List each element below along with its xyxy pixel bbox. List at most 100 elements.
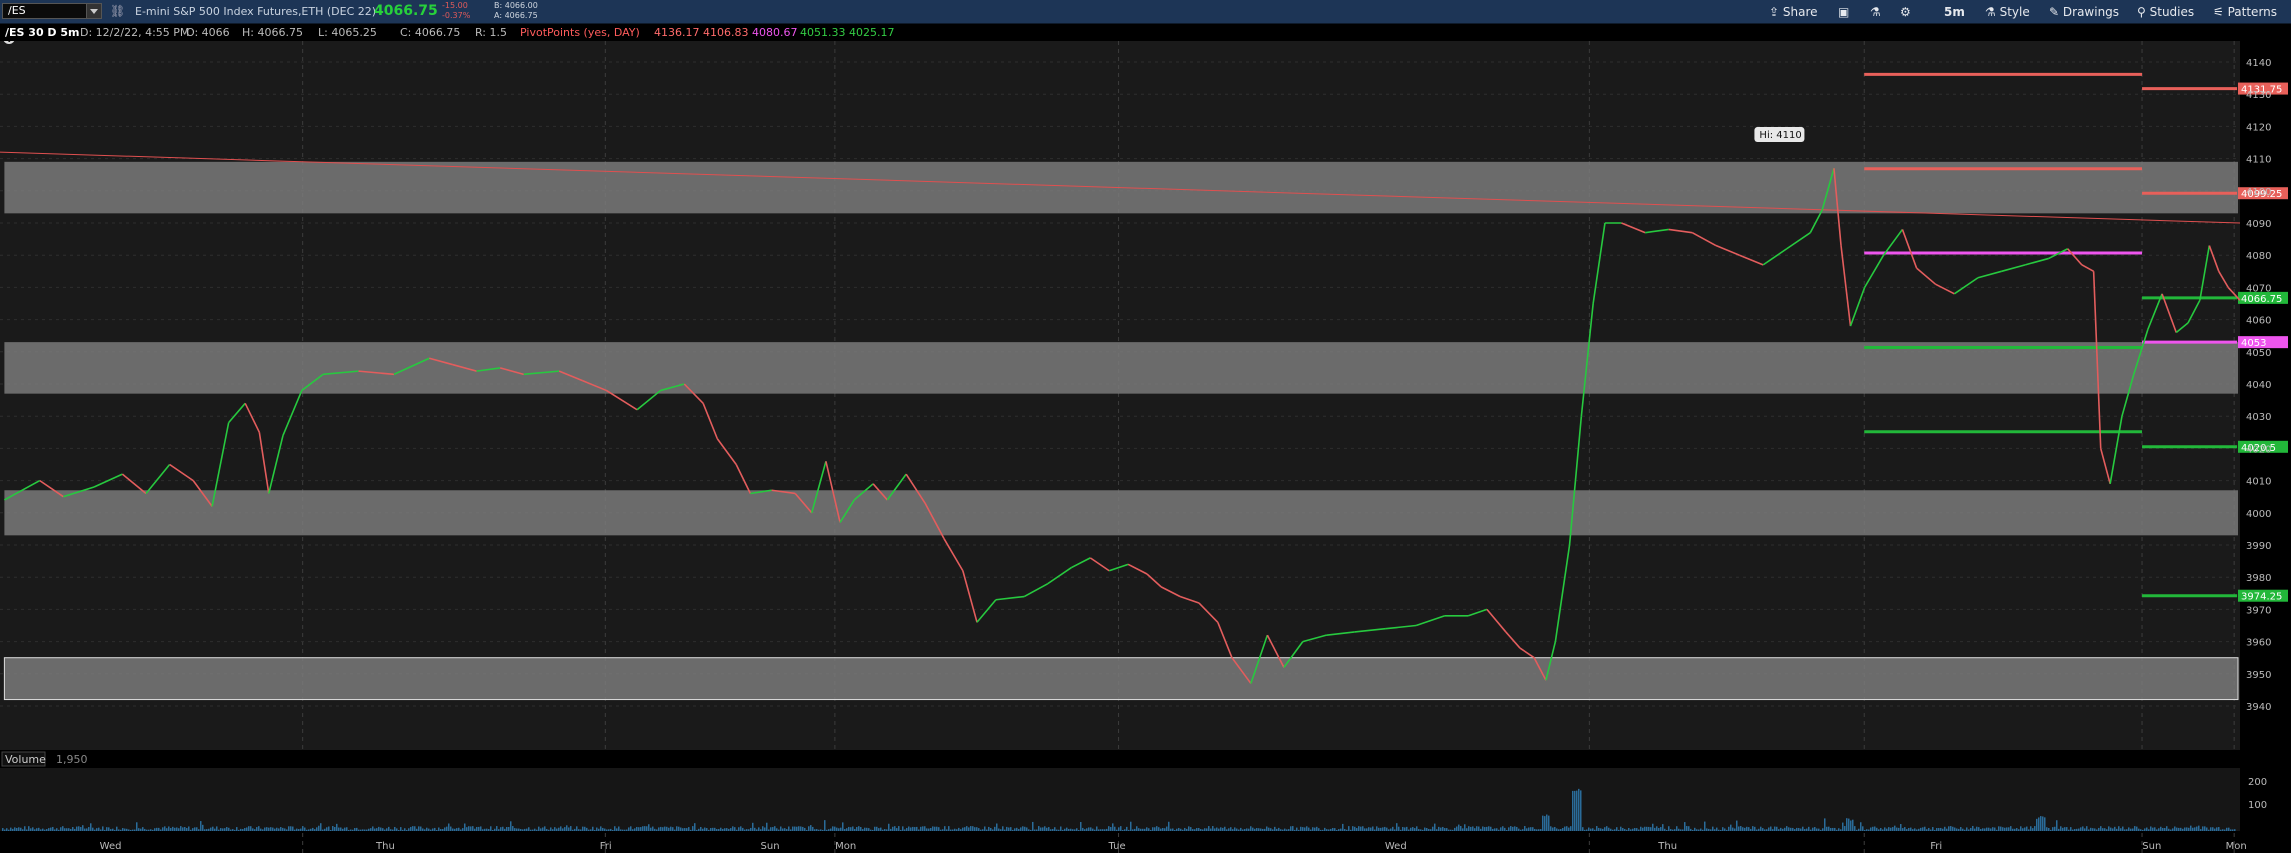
chevron-down-icon[interactable] xyxy=(86,4,101,18)
volume-bar xyxy=(722,828,724,831)
volume-bar xyxy=(1498,829,1500,831)
volume-bar xyxy=(2118,826,2120,831)
volume-bar xyxy=(1626,829,1628,831)
volume-bar xyxy=(368,828,370,831)
volume-bar xyxy=(26,829,28,831)
volume-bar xyxy=(1604,827,1606,831)
style-label: Style xyxy=(1999,5,2030,19)
volume-bar xyxy=(1298,829,1300,831)
volume-bar xyxy=(454,828,456,831)
pivot-r2: 4136.17 xyxy=(654,26,700,39)
volume-tick: 100 xyxy=(2248,800,2267,811)
volume-bar xyxy=(514,828,516,831)
volume-bar xyxy=(1418,829,1420,831)
volume-bar xyxy=(2098,827,2100,831)
volume-bar xyxy=(182,827,184,831)
volume-bar xyxy=(1580,790,1582,831)
volume-bar xyxy=(60,827,62,831)
volume-bar xyxy=(1558,829,1560,831)
snapshot-icon[interactable]: ▣ xyxy=(1838,4,1849,20)
price-chart[interactable]: 4131.754099.254066.7540534020.53974.25Hi… xyxy=(0,41,2291,853)
volume-bar xyxy=(782,828,784,831)
volume-bar xyxy=(286,829,288,831)
volume-bar xyxy=(226,827,228,831)
share-button[interactable]: ⇪ Share xyxy=(1769,4,1818,20)
y-tick-label: 4110 xyxy=(2246,155,2271,166)
volume-bar xyxy=(962,827,964,831)
price-panel-bg xyxy=(0,41,2240,750)
volume-bar xyxy=(1718,829,1720,831)
volume-bar xyxy=(2124,829,2126,831)
volume-bar xyxy=(50,827,52,831)
volume-bar xyxy=(1414,828,1416,831)
volume-bar xyxy=(122,828,124,831)
volume-bar xyxy=(1124,829,1126,831)
volume-bar xyxy=(2176,827,2178,831)
volume-bar xyxy=(354,828,356,831)
interval-button[interactable]: 5m xyxy=(1944,4,1965,20)
style-button[interactable]: ⚗ Style xyxy=(1985,4,2030,20)
y-tick-label: 3940 xyxy=(2246,702,2271,713)
volume-bar xyxy=(172,826,174,831)
volume-bar xyxy=(1314,827,1316,831)
volume-bar xyxy=(1260,828,1262,831)
volume-bar xyxy=(1396,823,1398,831)
symbol-text: /ES xyxy=(8,4,26,17)
volume-bar xyxy=(1524,826,1526,831)
studies-button[interactable]: ⚲ Studies xyxy=(2137,4,2194,20)
volume-bar xyxy=(1538,829,1540,831)
volume-bar xyxy=(1290,826,1292,831)
x-axis-label: Mon xyxy=(835,841,856,852)
flask-icon[interactable]: ⚗ xyxy=(1870,4,1881,20)
link-icon[interactable]: ⛓ xyxy=(110,4,125,18)
volume-bar xyxy=(1442,826,1444,831)
volume-bar xyxy=(2144,828,2146,831)
volume-bar xyxy=(986,829,988,831)
volume-bar xyxy=(202,824,204,831)
patterns-button[interactable]: ⚟ Patterns xyxy=(2213,4,2277,20)
volume-bar xyxy=(896,828,898,831)
volume-bar xyxy=(1014,828,1016,831)
volume-bar xyxy=(130,829,132,831)
volume-bar xyxy=(616,828,618,831)
volume-bar xyxy=(18,827,20,831)
volume-bar xyxy=(1238,829,1240,831)
volume-bar xyxy=(1616,827,1618,831)
volume-bar xyxy=(878,828,880,831)
volume-bar xyxy=(1366,828,1368,831)
volume-bar xyxy=(254,829,256,831)
volume-bar xyxy=(106,827,108,831)
volume-bar xyxy=(1734,828,1736,831)
volume-bar xyxy=(2202,826,2204,831)
volume-bar xyxy=(282,827,284,831)
volume-bar xyxy=(288,826,290,831)
y-tick-label: 4060 xyxy=(2246,316,2271,327)
volume-bar xyxy=(1942,828,1944,831)
volume-bar xyxy=(862,829,864,831)
volume-bar xyxy=(302,826,304,831)
volume-bar xyxy=(144,828,146,831)
pivot-r1: 4106.83 xyxy=(703,26,749,39)
volume-bar xyxy=(692,826,694,831)
volume-bar xyxy=(2164,828,2166,831)
gear-icon[interactable]: ⚙ xyxy=(1900,4,1911,20)
pivot-study-label[interactable]: PivotPoints (yes, DAY) xyxy=(520,24,640,41)
volume-bar xyxy=(1908,827,1910,831)
volume-bar xyxy=(1280,829,1282,831)
symbol-selector[interactable]: /ES xyxy=(2,3,102,19)
price-zone xyxy=(3,657,2239,701)
drawings-button[interactable]: ✎ Drawings xyxy=(2049,4,2119,20)
volume-bar xyxy=(1448,829,1450,831)
volume-bar xyxy=(1844,826,1846,831)
volume-bar xyxy=(1088,827,1090,831)
volume-bar xyxy=(2072,829,2074,831)
volume-bar xyxy=(728,828,730,831)
volume-bar xyxy=(1250,826,1252,831)
volume-bar xyxy=(1818,828,1820,831)
volume-bar xyxy=(1510,826,1512,831)
volume-bar xyxy=(674,829,676,831)
volume-bar xyxy=(1712,826,1714,831)
volume-bar xyxy=(1158,827,1160,831)
volume-bar xyxy=(438,827,440,831)
volume-bar xyxy=(2042,816,2044,831)
